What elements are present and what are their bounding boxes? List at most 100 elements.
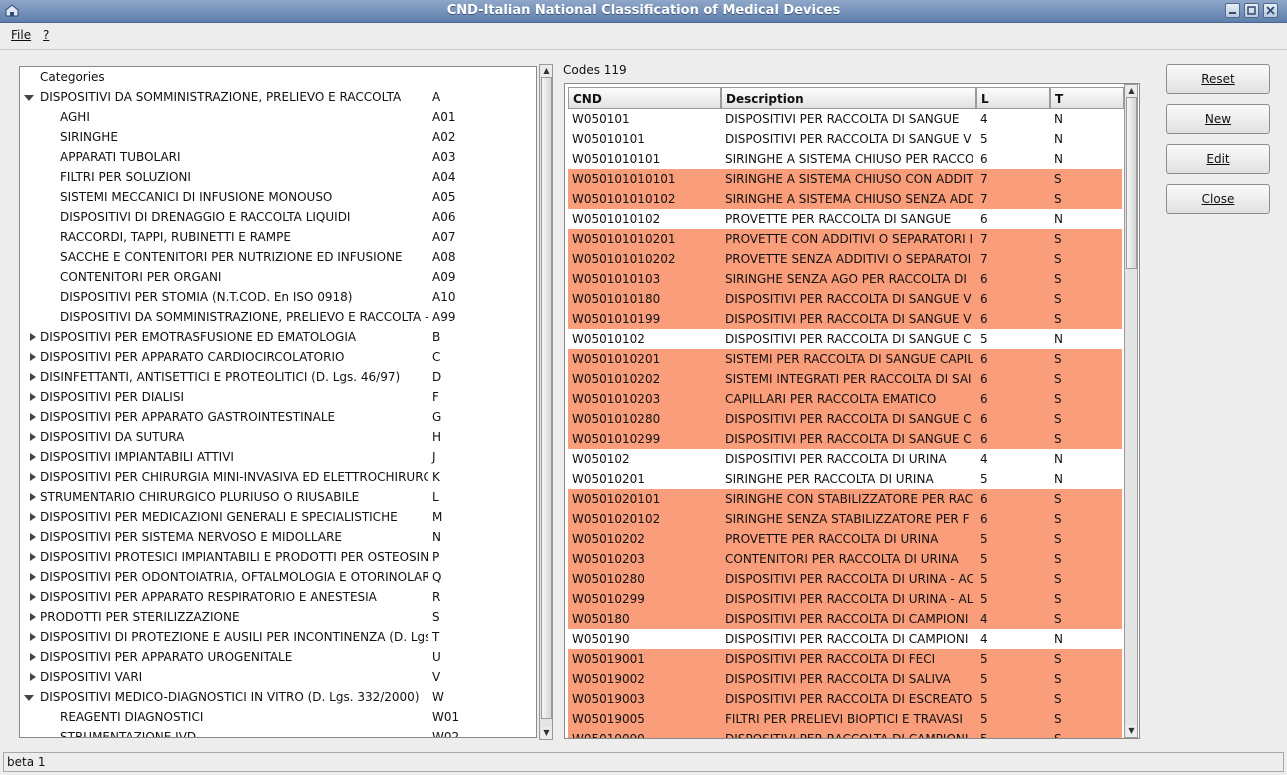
tree-item[interactable]: DISPOSITIVI IMPIANTABILI ATTIVI J xyxy=(20,447,536,467)
tree-item[interactable]: SIRINGHE A02 xyxy=(20,127,536,147)
collapsed-arrow-icon[interactable] xyxy=(30,613,36,621)
tree-item[interactable]: RACCORDI, TAPPI, RUBINETTI E RAMPE A07 xyxy=(20,227,536,247)
tree-item[interactable]: DISPOSITIVI PER APPARATO UROGENITALE U xyxy=(20,647,536,667)
table-row[interactable]: W050101010102 SIRINGHE A SISTEMA CHIUSO S… xyxy=(568,189,1122,209)
tree-item[interactable]: STRUMENTARIO CHIRURGICO PLURIUSO O RIUSA… xyxy=(20,487,536,507)
tree-item[interactable]: PRODOTTI PER STERILIZZAZIONE S xyxy=(20,607,536,627)
table-row[interactable]: W0501010101 SIRINGHE A SISTEMA CHIUSO PER… xyxy=(568,149,1122,169)
tree-item[interactable]: DISPOSITIVI PER STOMIA (N.T.COD. En ISO … xyxy=(20,287,536,307)
tree-item[interactable]: AGHI A01 xyxy=(20,107,536,127)
table-row[interactable]: W0501010201 SISTEMI PER RACCOLTA DI SANGU… xyxy=(568,349,1122,369)
tree-item[interactable]: DISPOSITIVI PER DIALISI F xyxy=(20,387,536,407)
table-scrollbar[interactable]: ▲ ▼ xyxy=(1124,84,1138,738)
table-row[interactable]: W05010280 DISPOSITIVI PER RACCOLTA DI URI… xyxy=(568,569,1122,589)
table-row[interactable]: W05010203 CONTENITORI PER RACCOLTA DI URI… xyxy=(568,549,1122,569)
table-row[interactable]: W0501010103 SIRINGHE SENZA AGO PER RACCOL… xyxy=(568,269,1122,289)
table-row[interactable]: W050101 DISPOSITIVI PER RACCOLTA DI SANGU… xyxy=(568,109,1122,129)
table-row[interactable]: W05010101 DISPOSITIVI PER RACCOLTA DI SAN… xyxy=(568,129,1122,149)
tree-scrollbar[interactable]: ▲ ▼ xyxy=(539,64,553,740)
table-row[interactable]: W05019099 DISPOSITIVI PER RACCOLTA DI CAM… xyxy=(568,729,1122,738)
tree-item[interactable]: DISPOSITIVI MEDICO-DIAGNOSTICI IN VITRO … xyxy=(20,687,536,707)
tree-item[interactable]: DISPOSITIVI DA SOMMINISTRAZIONE, PRELIEV… xyxy=(20,307,536,327)
collapsed-arrow-icon[interactable] xyxy=(30,673,36,681)
table-row[interactable]: W0501010202 SISTEMI INTEGRATI PER RACCOLT… xyxy=(568,369,1122,389)
tree-item[interactable]: DISPOSITIVI PROTESICI IMPIANTABILI E PRO… xyxy=(20,547,536,567)
expanded-arrow-icon[interactable] xyxy=(24,95,34,101)
collapsed-arrow-icon[interactable] xyxy=(30,533,36,541)
tree-item[interactable]: DISPOSITIVI DI PROTEZIONE E AUSILI PER I… xyxy=(20,627,536,647)
collapsed-arrow-icon[interactable] xyxy=(30,573,36,581)
table-row[interactable]: W05010299 DISPOSITIVI PER RACCOLTA DI URI… xyxy=(568,589,1122,609)
column-header-t[interactable]: T xyxy=(1050,87,1124,109)
tree-item[interactable]: CONTENITORI PER ORGANI A09 xyxy=(20,267,536,287)
table-row[interactable]: W05019005 FILTRI PER PRELIEVI BIOPTICI E … xyxy=(568,709,1122,729)
tree-item[interactable]: DISPOSITIVI PER SISTEMA NERVOSO E MIDOLL… xyxy=(20,527,536,547)
table-row[interactable]: W050102 DISPOSITIVI PER RACCOLTA DI URINA… xyxy=(568,449,1122,469)
table-row[interactable]: W0501010199 DISPOSITIVI PER RACCOLTA DI S… xyxy=(568,309,1122,329)
menu-help[interactable]: ? xyxy=(43,28,49,42)
column-header-description[interactable]: Description xyxy=(721,87,976,109)
table-row[interactable]: W05019003 DISPOSITIVI PER RACCOLTA DI ESC… xyxy=(568,689,1122,709)
menu-file[interactable]: File xyxy=(11,28,31,42)
collapsed-arrow-icon[interactable] xyxy=(30,593,36,601)
tree-item[interactable]: DISPOSITIVI PER APPARATO GASTROINTESTINA… xyxy=(20,407,536,427)
codes-table[interactable]: CND Description L T W050101 DISPOSITIVI P… xyxy=(564,83,1140,739)
tree-scroll-thumb[interactable] xyxy=(541,77,552,719)
tree-item[interactable]: REAGENTI DIAGNOSTICI W01 xyxy=(20,707,536,727)
tree-item[interactable]: DISPOSITIVI PER CHIRURGIA MINI-INVASIVA … xyxy=(20,467,536,487)
table-row[interactable]: W05019002 DISPOSITIVI PER RACCOLTA DI SAL… xyxy=(568,669,1122,689)
tree-item[interactable]: FILTRI PER SOLUZIONI A04 xyxy=(20,167,536,187)
collapsed-arrow-icon[interactable] xyxy=(30,493,36,501)
table-row[interactable]: W050180 DISPOSITIVI PER RACCOLTA DI CAMPI… xyxy=(568,609,1122,629)
tree-item[interactable]: DISINFETTANTI, ANTISETTICI E PROTEOLITIC… xyxy=(20,367,536,387)
tree-item[interactable]: DISPOSITIVI PER MEDICAZIONI GENERALI E S… xyxy=(20,507,536,527)
table-row[interactable]: W050101010101 SIRINGHE A SISTEMA CHIUSO C… xyxy=(568,169,1122,189)
tree-item[interactable]: DISPOSITIVI DA SOMMINISTRAZIONE, PRELIEV… xyxy=(20,87,536,107)
table-scroll-up-icon[interactable]: ▲ xyxy=(1126,85,1137,97)
tree-item[interactable]: DISPOSITIVI PER ODONTOIATRIA, OFTALMOLOG… xyxy=(20,567,536,587)
collapsed-arrow-icon[interactable] xyxy=(30,413,36,421)
tree-item[interactable]: DISPOSITIVI DI DRENAGGIO E RACCOLTA LIQU… xyxy=(20,207,536,227)
collapsed-arrow-icon[interactable] xyxy=(30,353,36,361)
close-button[interactable]: Close xyxy=(1166,184,1270,214)
tree-item[interactable]: APPARATI TUBOLARI A03 xyxy=(20,147,536,167)
tree-item[interactable]: DISPOSITIVI VARI V xyxy=(20,667,536,687)
collapsed-arrow-icon[interactable] xyxy=(30,473,36,481)
table-row[interactable]: W0501010280 DISPOSITIVI PER RACCOLTA DI S… xyxy=(568,409,1122,429)
collapsed-arrow-icon[interactable] xyxy=(30,433,36,441)
table-row[interactable]: W050101010201 PROVETTE CON ADDITIVI O SEP… xyxy=(568,229,1122,249)
collapsed-arrow-icon[interactable] xyxy=(30,333,36,341)
minimize-button[interactable] xyxy=(1225,3,1240,18)
table-row[interactable]: W05010202 PROVETTE PER RACCOLTA DI URINA 5… xyxy=(568,529,1122,549)
maximize-button[interactable] xyxy=(1244,3,1259,18)
table-scroll-thumb[interactable] xyxy=(1126,97,1137,269)
reset-button[interactable]: Reset xyxy=(1166,64,1270,94)
scroll-down-icon[interactable]: ▼ xyxy=(541,727,552,739)
table-row[interactable]: W0501010180 DISPOSITIVI PER RACCOLTA DI S… xyxy=(568,289,1122,309)
table-row[interactable]: W0501010299 DISPOSITIVI PER RACCOLTA DI S… xyxy=(568,429,1122,449)
collapsed-arrow-icon[interactable] xyxy=(30,453,36,461)
table-row[interactable]: W05010201 SIRINGHE PER RACCOLTA DI URINA 5… xyxy=(568,469,1122,489)
tree-item[interactable]: DISPOSITIVI DA SUTURA H xyxy=(20,427,536,447)
table-row[interactable]: W0501020101 SIRINGHE CON STABILIZZATORE P… xyxy=(568,489,1122,509)
collapsed-arrow-icon[interactable] xyxy=(30,393,36,401)
expanded-arrow-icon[interactable] xyxy=(24,695,34,701)
tree-item[interactable]: DISPOSITIVI PER APPARATO CARDIOCIRCOLATO… xyxy=(20,347,536,367)
edit-button[interactable]: Edit xyxy=(1166,144,1270,174)
scroll-up-icon[interactable]: ▲ xyxy=(541,65,552,77)
new-button[interactable]: New xyxy=(1166,104,1270,134)
column-header-cnd[interactable]: CND xyxy=(568,87,721,109)
table-row[interactable]: W05010102 DISPOSITIVI PER RACCOLTA DI SAN… xyxy=(568,329,1122,349)
collapsed-arrow-icon[interactable] xyxy=(30,633,36,641)
table-row[interactable]: W0501020102 SIRINGHE SENZA STABILIZZATORE… xyxy=(568,509,1122,529)
title-bar[interactable]: CND-Italian National Classification of M… xyxy=(0,0,1287,23)
table-row[interactable]: W0501010203 CAPILLARI PER RACCOLTA EMATIC… xyxy=(568,389,1122,409)
table-row[interactable]: W050101010202 PROVETTE SENZA ADDITIVI O S… xyxy=(568,249,1122,269)
collapsed-arrow-icon[interactable] xyxy=(30,553,36,561)
category-tree[interactable]: Categories DISPOSITIVI DA SOMMINISTRAZIO… xyxy=(19,66,537,738)
tree-item[interactable]: SISTEMI MECCANICI DI INFUSIONE MONOUSO A0… xyxy=(20,187,536,207)
table-row[interactable]: W050190 DISPOSITIVI PER RACCOLTA DI CAMPI… xyxy=(568,629,1122,649)
tree-item[interactable]: SACCHE E CONTENITORI PER NUTRIZIONE ED I… xyxy=(20,247,536,267)
window-close-button[interactable] xyxy=(1263,3,1278,18)
table-row[interactable]: W05019001 DISPOSITIVI PER RACCOLTA DI FEC… xyxy=(568,649,1122,669)
